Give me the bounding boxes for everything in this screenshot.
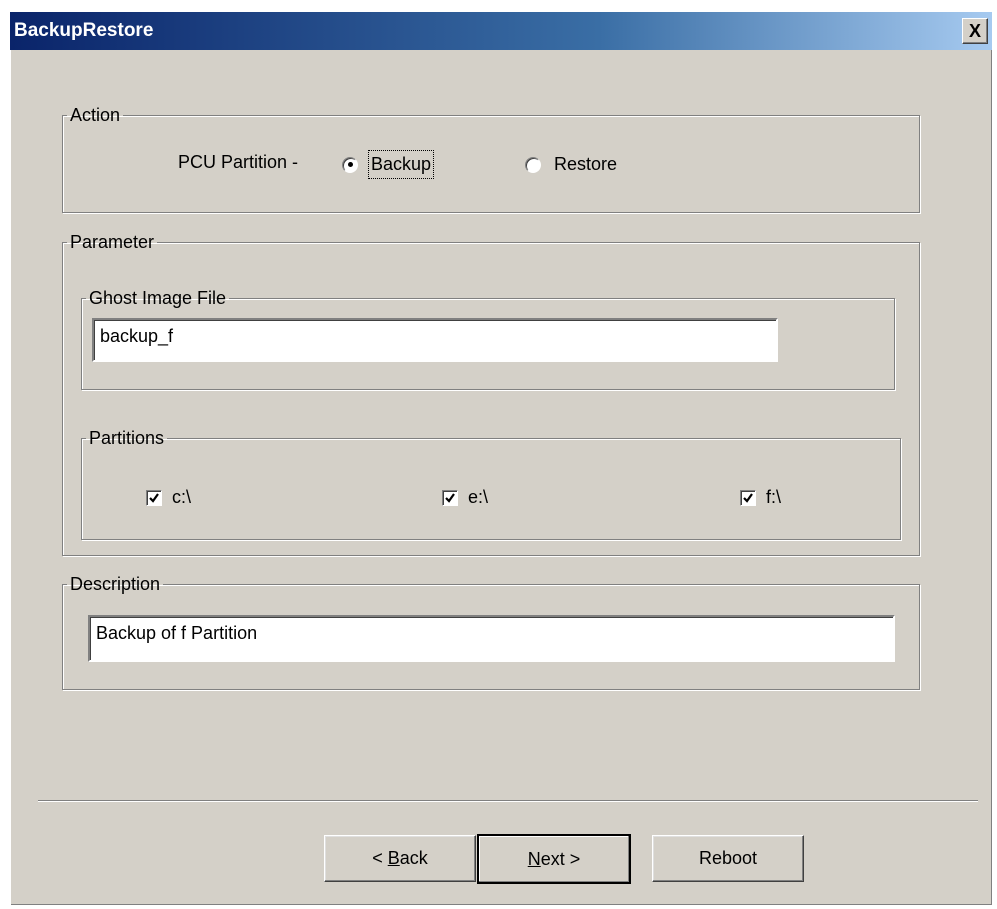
backup-radio-label[interactable]: Backup: [367, 150, 435, 179]
partition-c-box[interactable]: [146, 489, 162, 506]
action-legend: Action: [70, 105, 121, 125]
partition-c-checkbox[interactable]: c:\: [146, 487, 191, 508]
restore-radio-circle[interactable]: [525, 156, 541, 173]
reboot-button[interactable]: Reboot: [652, 835, 804, 882]
window-title: BackupRestore: [14, 20, 154, 41]
check-icon: [445, 492, 455, 503]
next-button[interactable]: Next >: [477, 834, 631, 884]
back-button-rest: ack: [399, 848, 428, 868]
partition-e-checkbox[interactable]: e:\: [442, 487, 488, 508]
next-button-mnemonic: N: [527, 848, 541, 869]
backup-radio-circle[interactable]: [342, 156, 358, 173]
description-legend: Description: [70, 574, 161, 594]
check-icon: [149, 492, 159, 503]
description-input[interactable]: Backup of f Partition: [88, 615, 895, 662]
partitions-legend: Partitions: [89, 428, 165, 448]
partition-c-label: c:\: [172, 487, 192, 507]
partition-e-box[interactable]: [442, 489, 458, 506]
partition-f-checkbox[interactable]: f:\: [740, 487, 781, 508]
partition-f-label: f:\: [766, 487, 782, 507]
backup-restore-dialog: BackupRestore X Action PCU Partition - B…: [10, 12, 992, 905]
footer-separator: [38, 800, 978, 802]
back-button[interactable]: < Back: [324, 835, 476, 882]
back-button-prefix: <: [372, 848, 388, 868]
title-bar[interactable]: BackupRestore X: [10, 12, 992, 50]
restore-radio[interactable]: Restore: [525, 152, 618, 177]
ghost-image-legend: Ghost Image File: [89, 288, 227, 308]
restore-radio-label[interactable]: Restore: [553, 152, 618, 177]
partition-e-label: e:\: [468, 487, 489, 507]
check-icon: [743, 492, 753, 503]
ghost-image-file-input[interactable]: backup_f: [92, 318, 778, 362]
radio-dot-icon: [347, 162, 353, 167]
pcu-partition-label: PCU Partition -: [178, 152, 299, 172]
backup-radio[interactable]: Backup: [342, 150, 435, 179]
close-icon: X: [968, 21, 981, 41]
partitions-group: Partitions: [81, 428, 901, 540]
close-button[interactable]: X: [962, 18, 988, 44]
next-button-rest: ext >: [540, 848, 581, 869]
partition-f-box[interactable]: [740, 489, 756, 506]
parameter-legend: Parameter: [70, 232, 155, 252]
reboot-button-label: Reboot: [698, 848, 758, 868]
back-button-mnemonic: B: [387, 848, 400, 868]
